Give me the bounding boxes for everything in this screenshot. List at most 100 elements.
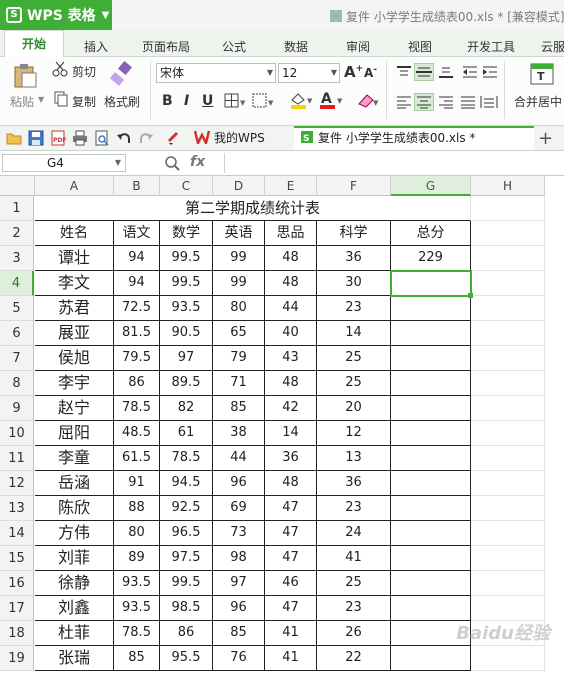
bold-button[interactable]: B (162, 93, 173, 109)
table-cell[interactable]: 张瑞 (35, 646, 114, 671)
doc-tab-active-file[interactable]: S 复件 小学学生成绩表00.xls * (294, 126, 534, 150)
sheet-title-cell[interactable]: 第二学期成绩统计表 (35, 196, 471, 221)
table-cell[interactable]: 96.5 (160, 521, 213, 546)
export-pdf-icon[interactable]: PDF (50, 130, 66, 149)
row-header-16[interactable]: 16 (0, 571, 34, 596)
table-cell[interactable]: 30 (317, 271, 391, 296)
table-cell[interactable]: 48.5 (114, 421, 160, 446)
table-cell[interactable]: 78.5 (160, 446, 213, 471)
table-cell[interactable]: 14 (317, 321, 391, 346)
cell-format-icon[interactable]: ▼ (252, 93, 276, 112)
table-cell[interactable]: 48 (265, 471, 317, 496)
table-cell[interactable]: 79 (213, 346, 265, 371)
table-cell[interactable]: 47 (265, 546, 317, 571)
font-size-select[interactable]: 12 ▼ (278, 63, 340, 83)
tab-data[interactable]: 数据 (284, 38, 308, 55)
table-cell[interactable]: 44 (265, 296, 317, 321)
table-cell[interactable]: 38 (213, 421, 265, 446)
table-cell[interactable]: 80 (114, 521, 160, 546)
table-cell[interactable]: 95.5 (160, 646, 213, 671)
column-header-b[interactable]: B (114, 176, 160, 196)
cell-h7[interactable] (471, 346, 545, 371)
table-cell[interactable]: 93.5 (114, 596, 160, 621)
table-cell[interactable] (391, 321, 471, 346)
cell-h6[interactable] (471, 321, 545, 346)
header-cell[interactable]: 英语 (213, 221, 265, 246)
table-cell[interactable]: 96 (213, 471, 265, 496)
header-cell[interactable]: 总分 (391, 221, 471, 246)
copy-button[interactable]: 复制 (72, 93, 96, 110)
table-cell[interactable]: 48 (265, 246, 317, 271)
redo-icon[interactable] (138, 130, 154, 149)
table-cell[interactable]: 92.5 (160, 496, 213, 521)
table-cell[interactable]: 苏君 (35, 296, 114, 321)
column-header-d[interactable]: D (213, 176, 265, 196)
align-right-icon[interactable] (438, 95, 454, 112)
table-cell[interactable] (391, 346, 471, 371)
header-cell[interactable]: 思品 (265, 221, 317, 246)
table-cell[interactable]: 23 (317, 596, 391, 621)
table-cell[interactable]: 94 (114, 246, 160, 271)
table-cell[interactable]: 刘鑫 (35, 596, 114, 621)
table-cell[interactable]: 23 (317, 496, 391, 521)
tab-home[interactable]: 开始 (4, 30, 64, 58)
tab-developer[interactable]: 开发工具 (467, 38, 515, 55)
table-cell[interactable] (391, 571, 471, 596)
table-cell[interactable]: 80 (213, 296, 265, 321)
active-cell-selection[interactable] (390, 270, 472, 297)
table-cell[interactable]: 78.5 (114, 396, 160, 421)
table-cell[interactable]: 99.5 (160, 246, 213, 271)
table-cell[interactable]: 47 (265, 496, 317, 521)
row-header-12[interactable]: 12 (0, 471, 34, 496)
table-cell[interactable]: 42 (265, 396, 317, 421)
wps-app-menu-button[interactable]: S WPS 表格 ▼ (0, 0, 112, 30)
table-cell[interactable]: 48 (265, 271, 317, 296)
table-cell[interactable] (391, 371, 471, 396)
spreadsheet-grid[interactable]: ABCDEFGH 1 2 3 4 5 6 7 8 9 10 11 12 13 14 15 16 17 18 19 第… (0, 176, 564, 673)
underline-button[interactable]: U (202, 93, 213, 109)
tab-insert[interactable]: 插入 (84, 38, 108, 55)
paste-icon[interactable] (12, 63, 38, 92)
table-cell[interactable]: 25 (317, 371, 391, 396)
table-cell[interactable]: 47 (265, 596, 317, 621)
cell-h8[interactable] (471, 371, 545, 396)
table-cell[interactable]: 85 (213, 396, 265, 421)
table-cell[interactable]: 25 (317, 571, 391, 596)
align-middle-icon[interactable] (414, 63, 434, 81)
borders-icon[interactable]: ▼ (224, 93, 246, 112)
italic-button[interactable]: I (184, 93, 189, 109)
table-cell[interactable]: 72.5 (114, 296, 160, 321)
cell-h9[interactable] (471, 396, 545, 421)
cell-h5[interactable] (471, 296, 545, 321)
merge-center-icon[interactable]: T (530, 61, 556, 90)
table-cell[interactable] (391, 496, 471, 521)
cell-h10[interactable] (471, 421, 545, 446)
cell-h14[interactable] (471, 521, 545, 546)
cell-h1[interactable] (471, 196, 545, 221)
table-cell[interactable]: 李文 (35, 271, 114, 296)
table-cell[interactable]: 78.5 (114, 621, 160, 646)
table-cell[interactable]: 12 (317, 421, 391, 446)
table-cell[interactable]: 谭壮 (35, 246, 114, 271)
shrink-font-button[interactable]: A- (364, 65, 377, 80)
table-cell[interactable]: 86 (160, 621, 213, 646)
align-top-icon[interactable] (396, 65, 412, 82)
table-cell[interactable]: 14 (265, 421, 317, 446)
table-cell[interactable]: 96 (213, 596, 265, 621)
tab-formulas[interactable]: 公式 (222, 38, 246, 55)
row-header-14[interactable]: 14 (0, 521, 34, 546)
table-cell[interactable]: 94.5 (160, 471, 213, 496)
row-header-11[interactable]: 11 (0, 446, 34, 471)
name-box[interactable]: G4 ▼ (2, 154, 126, 172)
cell-h2[interactable] (471, 221, 545, 246)
open-folder-icon[interactable] (6, 130, 22, 149)
table-cell[interactable]: 98.5 (160, 596, 213, 621)
row-header-7[interactable]: 7 (0, 346, 34, 371)
cell-h11[interactable] (471, 446, 545, 471)
table-cell[interactable]: 93.5 (114, 571, 160, 596)
fill-color-icon[interactable]: ▼ (288, 91, 314, 112)
table-cell[interactable]: 20 (317, 396, 391, 421)
header-cell[interactable]: 语文 (114, 221, 160, 246)
table-cell[interactable]: 43 (265, 346, 317, 371)
table-cell[interactable]: 93.5 (160, 296, 213, 321)
